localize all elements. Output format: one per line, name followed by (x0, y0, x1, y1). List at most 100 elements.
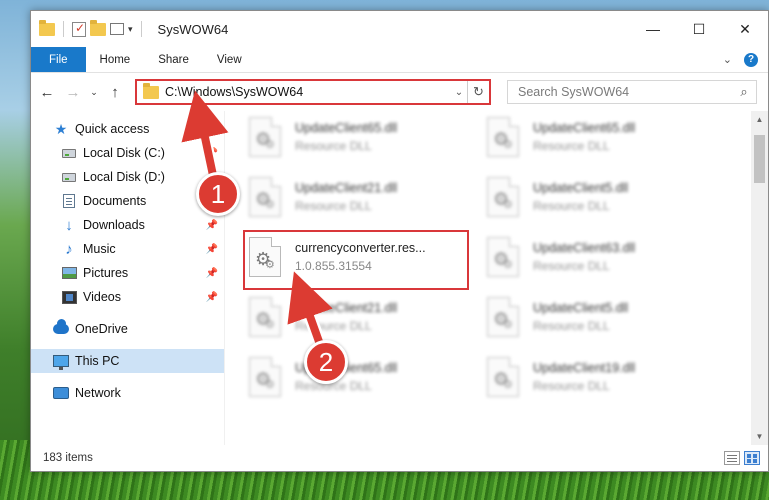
tab-view[interactable]: View (203, 47, 256, 72)
sidebar-item-label: Local Disk (C:) (83, 146, 165, 160)
sidebar-item-network[interactable]: Network (31, 381, 224, 405)
sidebar-item-label: Music (83, 242, 116, 256)
ribbon-right: ⌄ ? (723, 47, 768, 72)
sidebar-item-music[interactable]: ♪ Music 📌 (31, 237, 224, 261)
navigation-bar: ← → ⌄ ↑ C:\Windows\SysWOW64 ⌄ ↻ ⌕ (31, 73, 768, 111)
scroll-down-icon[interactable]: ▼ (751, 428, 768, 445)
file-item[interactable]: ⚙ ⚙ UpdateClient21.dll Resource DLL (249, 171, 475, 223)
tab-file[interactable]: File (31, 47, 86, 72)
file-item[interactable]: ⚙⚙ UpdateClient65.dllResource DLL (249, 351, 475, 403)
folder-icon (143, 82, 159, 99)
item-count: 183 items (43, 452, 93, 464)
sidebar-item-downloads[interactable]: ↓ Downloads 📌 (31, 213, 224, 237)
step-badge-1: 1 (196, 172, 240, 216)
search-input[interactable] (518, 85, 732, 99)
divider (140, 21, 142, 37)
file-name: UpdateClient19.dll (533, 361, 636, 375)
sidebar-item-label: Network (75, 386, 121, 400)
chevron-down-icon[interactable]: ▾ (128, 24, 133, 35)
sidebar-item-local-disk-c[interactable]: Local Disk (C:) 📌 (31, 141, 224, 165)
scrollbar-thumb[interactable] (754, 135, 765, 183)
sidebar-item-label: OneDrive (75, 322, 128, 336)
window-title: SysWOW64 (157, 21, 229, 37)
forward-arrow-icon[interactable]: → (63, 82, 83, 102)
network-icon (53, 385, 69, 401)
tiles-view-icon[interactable] (744, 451, 760, 465)
sidebar-item-label: Downloads (83, 218, 145, 232)
recent-locations-icon[interactable]: ⌄ (89, 82, 99, 102)
dll-file-icon: ⚙ ⚙ (249, 297, 281, 337)
refresh-icon[interactable]: ↻ (467, 81, 489, 103)
dll-file-icon: ⚙ ⚙ (249, 117, 281, 157)
up-arrow-icon[interactable]: ↑ (105, 82, 125, 102)
file-description: Resource DLL (295, 139, 372, 153)
navigation-pane: ★ Quick access Local Disk (C:) 📌 Local D… (31, 111, 225, 445)
divider (63, 21, 64, 37)
file-name: UpdateClient21.dll (295, 301, 398, 315)
file-item[interactable]: ⚙ ⚙ UpdateClient21.dll Resource DLL (249, 291, 475, 343)
this-pc-icon (53, 353, 69, 370)
details-view-icon[interactable] (724, 451, 740, 465)
vertical-scrollbar[interactable]: ▲ ▼ (751, 111, 768, 445)
content-area: ★ Quick access Local Disk (C:) 📌 Local D… (31, 111, 768, 445)
ribbon-tabs: File Home Share View ⌄ ? (31, 47, 768, 73)
dll-file-icon: ⚙ ⚙ (487, 237, 519, 277)
search-box[interactable]: ⌕ (507, 80, 757, 104)
pin-icon[interactable]: 📌 (206, 148, 218, 159)
file-item[interactable]: ⚙ ⚙ UpdateClient19.dll Resource DLL (487, 351, 713, 403)
address-path[interactable]: C:\Windows\SysWOW64 (165, 85, 451, 99)
file-highlight-box (243, 230, 469, 290)
maximize-button[interactable]: ☐ (676, 11, 722, 47)
sidebar-item-label: Quick access (75, 122, 150, 136)
minimize-button[interactable]: — (630, 11, 676, 47)
file-name: UpdateClient5.dll (533, 181, 629, 195)
explorer-window: ▾ SysWOW64 — ☐ ✕ File Home Share View ⌄ … (30, 10, 769, 472)
file-item[interactable]: ⚙⚙ UpdateClient65.dll Resource DLL (249, 111, 475, 163)
sidebar-item-local-disk-d[interactable]: Local Disk (D:) (31, 165, 224, 189)
address-bar[interactable]: C:\Windows\SysWOW64 ⌄ ↻ (135, 79, 491, 105)
file-list: ⚙ ⚙ UpdateClient65.dll Resource DLL ⚙ ⚙ Upd… (225, 111, 768, 445)
file-description: Resource DLL (533, 139, 610, 153)
customize-toolbar-icon[interactable] (110, 23, 124, 35)
pin-icon[interactable]: 📌 (206, 268, 218, 279)
file-name: UpdateClient21.dll (295, 181, 398, 195)
new-folder-icon[interactable] (90, 19, 106, 36)
file-item[interactable]: ⚙ ⚙ UpdateClient5.dll Resource DLL (487, 171, 713, 223)
sidebar-item-label: Local Disk (D:) (83, 170, 165, 184)
file-item[interactable]: ⚙⚙ UpdateClient65.dllResource DLL (487, 111, 713, 163)
scroll-up-icon[interactable]: ▲ (751, 111, 768, 128)
sidebar-item-onedrive[interactable]: OneDrive (31, 317, 224, 341)
sidebar-item-quick-access[interactable]: ★ Quick access (31, 117, 224, 141)
sidebar-item-this-pc[interactable]: This PC (31, 349, 224, 373)
star-icon: ★ (54, 120, 68, 137)
dll-file-icon: ⚙ ⚙ (487, 357, 519, 397)
help-icon[interactable]: ? (744, 52, 758, 67)
onedrive-icon (53, 319, 69, 337)
sidebar-item-pictures[interactable]: Pictures 📌 (31, 261, 224, 285)
drive-icon (61, 145, 77, 161)
music-icon: ♪ (65, 240, 73, 258)
sidebar-item-label: This PC (75, 354, 120, 368)
back-arrow-icon[interactable]: ← (37, 82, 57, 102)
dll-file-icon: ⚙ ⚙ (487, 177, 519, 217)
pin-icon[interactable]: 📌 (206, 292, 218, 303)
tab-share[interactable]: Share (144, 47, 203, 72)
file-name: UpdateClient63.dll (533, 241, 636, 255)
expand-ribbon-icon[interactable]: ⌄ (723, 53, 732, 66)
search-icon[interactable]: ⌕ (732, 84, 756, 100)
file-item[interactable]: ⚙ ⚙ UpdateClient63.dll Resource DLL (487, 231, 713, 283)
file-name: UpdateClient65.dll (295, 121, 398, 135)
tab-home[interactable]: Home (86, 47, 145, 72)
sidebar-item-videos[interactable]: Videos 📌 (31, 285, 224, 309)
file-description: Resource DLL (295, 319, 372, 333)
file-description: Resource DLL (533, 199, 610, 213)
pin-icon[interactable]: 📌 (206, 220, 218, 231)
pictures-icon (61, 265, 77, 281)
properties-icon[interactable] (72, 21, 86, 37)
sidebar-item-label: Videos (83, 290, 121, 304)
chevron-down-icon[interactable]: ⌄ (451, 87, 467, 98)
file-item[interactable]: ⚙ ⚙ UpdateClient5.dll Resource DLL (487, 291, 713, 343)
close-button[interactable]: ✕ (722, 11, 768, 47)
pin-icon[interactable]: 📌 (206, 244, 218, 255)
file-description: Resource DLL (295, 199, 372, 213)
